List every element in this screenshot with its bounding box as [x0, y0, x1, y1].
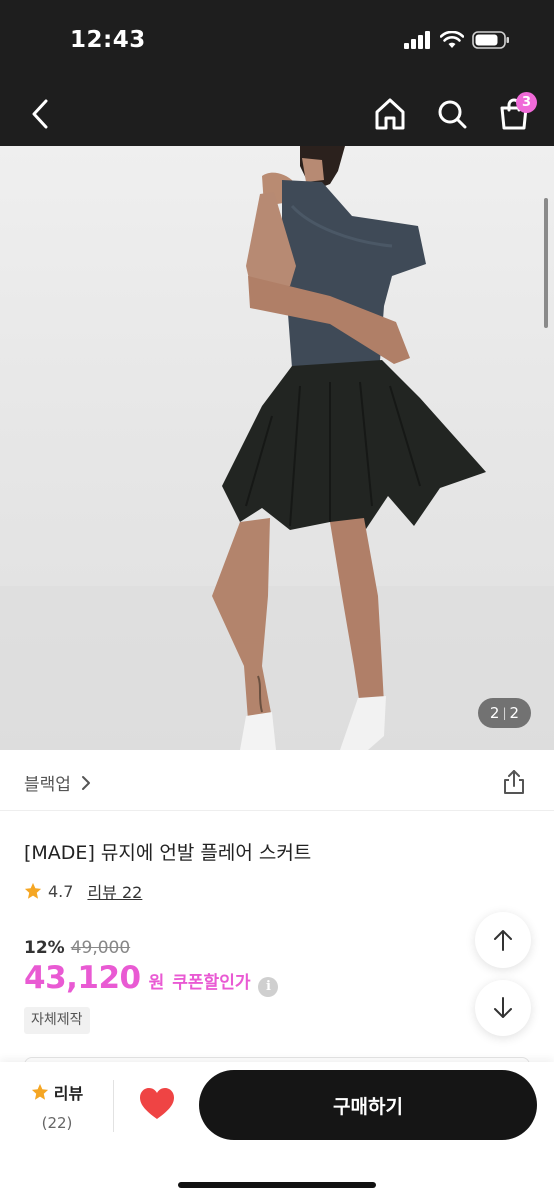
home-indicator	[178, 1182, 376, 1188]
brand-name: 블랙업	[24, 775, 71, 795]
info-icon[interactable]: i	[258, 976, 279, 997]
pager-total: 2	[509, 704, 520, 722]
arrow-down-icon	[494, 997, 512, 1018]
product-image[interactable]	[0, 146, 554, 750]
scroll-top-button[interactable]	[475, 912, 531, 968]
review-tab-label: 리뷰	[22, 1080, 92, 1104]
chevron-right-icon	[81, 775, 90, 790]
star-icon	[24, 882, 42, 899]
buy-button[interactable]: 구매하기	[199, 1070, 537, 1140]
sale-price: 43,120	[24, 960, 141, 996]
share-icon	[504, 770, 524, 794]
brand-row: 블랙업	[0, 751, 554, 811]
arrow-up-icon	[494, 930, 512, 951]
bar-divider	[113, 1080, 114, 1132]
price-row: 43,120 원 쿠폰할인가 i	[24, 960, 279, 997]
back-button[interactable]	[22, 94, 58, 134]
home-button[interactable]	[372, 94, 408, 134]
discount-row: 12% 49,000	[24, 938, 130, 958]
heart-icon	[140, 1088, 174, 1119]
signal-icon	[404, 31, 430, 49]
rating-value: 4.7	[48, 881, 74, 901]
share-button[interactable]	[500, 768, 528, 796]
home-icon	[375, 98, 405, 130]
status-icons	[404, 30, 510, 50]
chevron-left-icon	[32, 99, 48, 129]
review-count-link[interactable]: 리뷰 22	[87, 879, 142, 903]
like-button[interactable]	[138, 1086, 176, 1122]
brand-link[interactable]: 블랙업	[24, 770, 91, 795]
search-icon	[438, 100, 467, 129]
scroll-bottom-button[interactable]	[475, 980, 531, 1036]
pager-separator: |	[502, 706, 507, 720]
made-tag: 자체제작	[24, 1007, 90, 1034]
image-pager: 2 | 2	[478, 698, 531, 728]
review-label: 리뷰	[53, 1084, 84, 1103]
status-time: 12:43	[70, 27, 146, 53]
battery-icon	[472, 31, 509, 49]
star-icon	[31, 1083, 48, 1100]
app-header: 12:43 3	[0, 0, 554, 146]
original-price: 49,000	[70, 938, 131, 958]
review-tab-button[interactable]: 리뷰 (22)	[22, 1080, 92, 1132]
product-title: [MADE] 뮤지에 언발 플레어 스커트	[24, 842, 312, 864]
currency-unit: 원	[148, 973, 165, 993]
search-button[interactable]	[434, 94, 470, 134]
cart-count-badge: 3	[516, 92, 537, 113]
coupon-price-label: 쿠폰할인가	[172, 973, 251, 993]
wifi-icon	[440, 31, 464, 48]
review-count: (22)	[41, 1114, 73, 1132]
page-scrollbar[interactable]	[544, 198, 548, 328]
model-photo	[0, 146, 554, 750]
pager-current: 2	[489, 704, 500, 722]
discount-rate: 12%	[24, 938, 65, 958]
rating-row: 4.7 리뷰 22	[24, 879, 142, 903]
